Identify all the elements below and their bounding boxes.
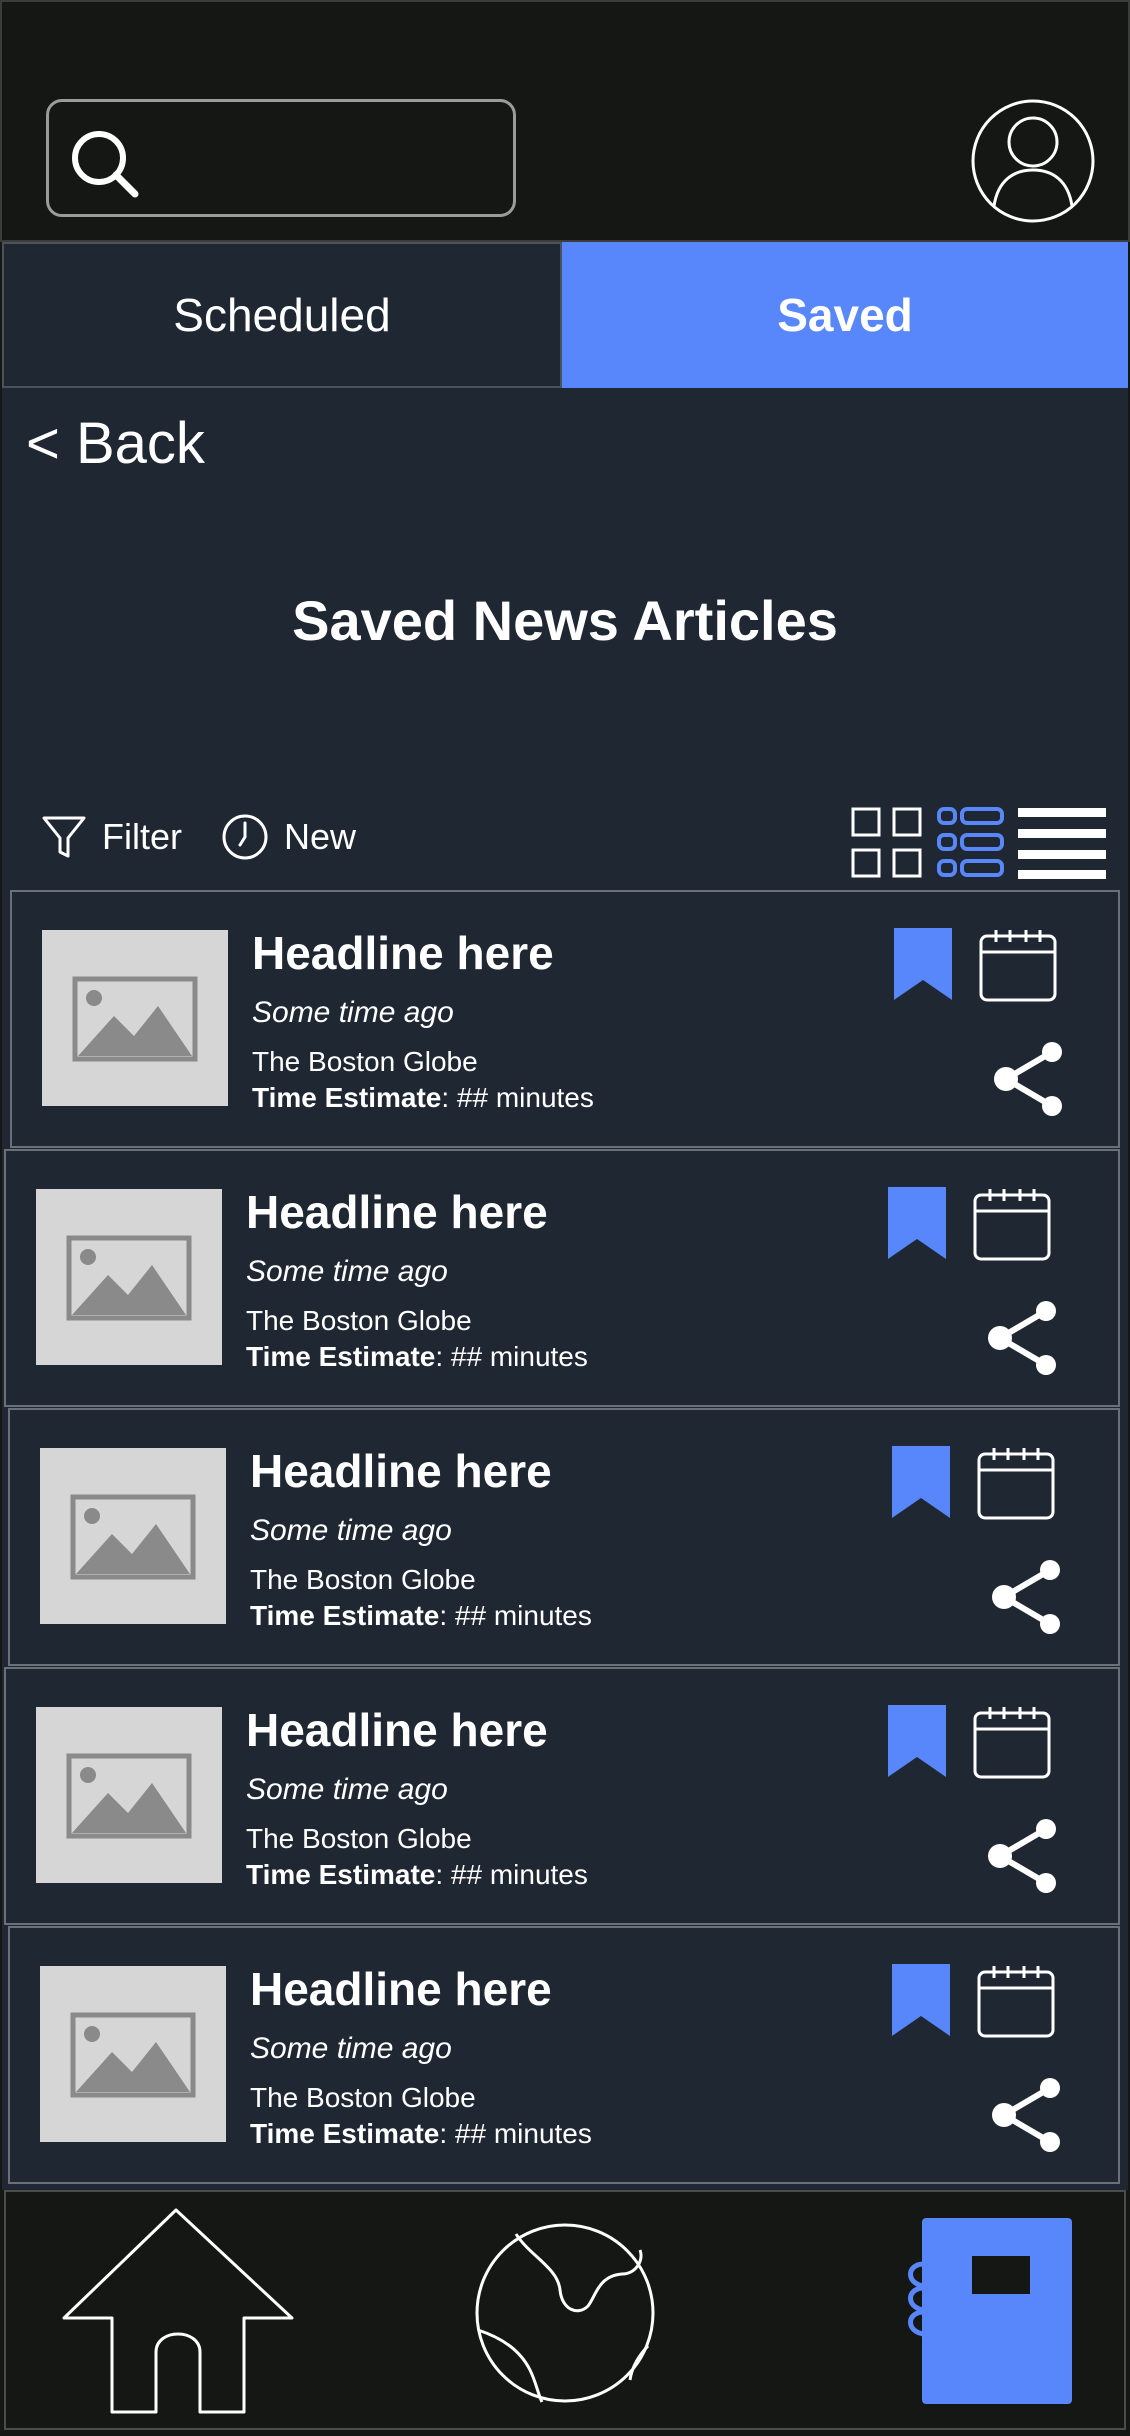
calendar-icon[interactable]	[972, 1187, 1052, 1263]
grid-view-icon[interactable]	[850, 806, 924, 880]
article-card[interactable]: Headline here Some time ago The Boston Glo…	[8, 1408, 1120, 1666]
article-thumbnail	[36, 1189, 222, 1365]
page-title: Saved News Articles	[292, 589, 838, 652]
time-estimate-value: : ## minutes	[439, 2118, 592, 2149]
article-timestamp: Some time ago	[246, 1255, 448, 1288]
home-icon[interactable]	[58, 2206, 298, 2416]
calendar-icon[interactable]	[978, 928, 1058, 1004]
article-time-estimate: Time Estimate: ## minutes	[246, 1341, 588, 1373]
time-estimate-label: Time Estimate	[250, 1600, 440, 1631]
article-time-estimate: Time Estimate: ## minutes	[250, 2118, 592, 2150]
article-card[interactable]: Headline here Some time ago The Boston Glo…	[4, 1667, 1120, 1925]
time-estimate-label: Time Estimate	[250, 2118, 440, 2149]
article-time-estimate: Time Estimate: ## minutes	[250, 1600, 592, 1632]
time-estimate-value: : ## minutes	[435, 1341, 588, 1372]
calendar-icon[interactable]	[972, 1705, 1052, 1781]
bookmark-icon[interactable]	[890, 1444, 952, 1520]
sort-new-button[interactable]: New	[220, 812, 356, 862]
share-icon[interactable]	[992, 1040, 1064, 1118]
time-estimate-label: Time Estimate	[246, 1859, 436, 1890]
article-card[interactable]: Headline here Some time ago The Boston Glo…	[8, 1926, 1120, 2184]
bookmark-icon[interactable]	[886, 1703, 948, 1779]
article-card[interactable]: Headline here Some time ago The Boston Glo…	[4, 1149, 1120, 1407]
time-estimate-value: : ## minutes	[435, 1859, 588, 1890]
time-estimate-label: Time Estimate	[252, 1082, 442, 1113]
image-placeholder-icon	[66, 1753, 192, 1839]
list-toolbar: Filter New	[2, 798, 1128, 880]
article-headline[interactable]: Headline here	[250, 1962, 552, 2016]
article-timestamp: Some time ago	[250, 1514, 452, 1547]
share-icon[interactable]	[990, 2076, 1062, 2154]
filter-icon	[42, 816, 86, 858]
bookmark-icon[interactable]	[886, 1185, 948, 1261]
filter-label: Filter	[102, 816, 182, 857]
share-icon[interactable]	[990, 1558, 1062, 1636]
image-placeholder-icon	[70, 2012, 196, 2098]
article-source: The Boston Globe	[250, 1564, 476, 1595]
bottom-nav	[4, 2190, 1126, 2430]
article-thumbnail	[40, 1448, 226, 1624]
article-headline[interactable]: Headline here	[250, 1444, 552, 1498]
top-bar	[0, 0, 1130, 242]
article-timestamp: Some time ago	[252, 996, 454, 1029]
article-headline[interactable]: Headline here	[246, 1185, 548, 1239]
new-label: New	[284, 816, 357, 857]
share-icon[interactable]	[986, 1299, 1058, 1377]
share-icon[interactable]	[986, 1817, 1058, 1895]
article-headline[interactable]: Headline here	[252, 926, 554, 980]
compact-list-icon[interactable]	[1018, 806, 1106, 880]
article-thumbnail	[42, 930, 228, 1106]
article-headline[interactable]: Headline here	[246, 1703, 548, 1757]
time-estimate-value: : ## minutes	[441, 1082, 594, 1113]
article-source: The Boston Globe	[250, 2082, 476, 2113]
image-placeholder-icon	[70, 1494, 196, 1580]
article-source: The Boston Globe	[252, 1046, 478, 1077]
calendar-icon[interactable]	[976, 1964, 1056, 2040]
tab-scheduled[interactable]: Scheduled	[2, 242, 562, 388]
user-avatar-icon[interactable]	[970, 98, 1096, 224]
time-estimate-label: Time Estimate	[246, 1341, 436, 1372]
article-thumbnail	[40, 1966, 226, 2142]
calendar-icon[interactable]	[976, 1446, 1056, 1522]
filter-button[interactable]: Filter	[40, 812, 182, 862]
image-placeholder-icon	[66, 1235, 192, 1321]
notebook-icon[interactable]	[904, 2216, 1074, 2406]
search-box[interactable]	[46, 99, 516, 217]
globe-icon[interactable]	[472, 2220, 658, 2406]
article-source: The Boston Globe	[246, 1305, 472, 1336]
tab-saved[interactable]: Saved	[562, 242, 1128, 388]
article-timestamp: Some time ago	[250, 2032, 452, 2065]
article-card[interactable]: Headline here Some time ago The Boston Glo…	[10, 890, 1120, 1148]
time-estimate-value: : ## minutes	[439, 1600, 592, 1631]
article-time-estimate: Time Estimate: ## minutes	[246, 1859, 588, 1891]
list-view-icon[interactable]	[936, 806, 1006, 880]
search-icon	[72, 131, 139, 198]
image-placeholder-icon	[72, 976, 198, 1062]
bookmark-icon[interactable]	[890, 1962, 952, 2038]
bookmark-icon[interactable]	[892, 926, 954, 1002]
back-button[interactable]: < Back	[26, 410, 205, 477]
article-time-estimate: Time Estimate: ## minutes	[252, 1082, 594, 1114]
article-thumbnail	[36, 1707, 222, 1883]
article-timestamp: Some time ago	[246, 1773, 448, 1806]
tab-bar: Scheduled Saved	[0, 242, 1130, 388]
clock-icon	[222, 814, 268, 860]
search-input[interactable]	[149, 122, 499, 194]
article-source: The Boston Globe	[246, 1823, 472, 1854]
